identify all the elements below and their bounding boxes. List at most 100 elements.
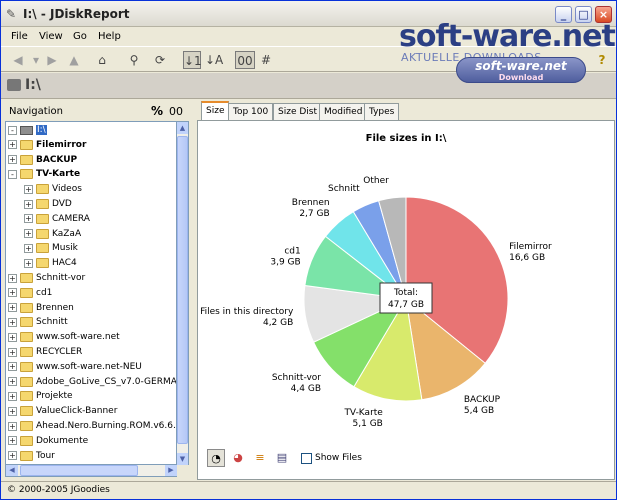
tree-item[interactable]: + Adobe_GoLive_CS_v7.0-GERMA xyxy=(8,375,176,389)
expand-icon[interactable]: + xyxy=(8,140,17,150)
navigation-tree[interactable]: - I:\ + Filemirror + BACKUP - TV-Karte + Videos + D… xyxy=(5,121,177,465)
expand-icon[interactable]: + xyxy=(24,243,33,253)
expand-icon[interactable]: + xyxy=(24,229,33,239)
expand-icon[interactable]: + xyxy=(8,317,17,327)
refresh-icon[interactable]: ⟳ xyxy=(151,51,169,69)
tree-item[interactable]: + RECYCLER xyxy=(8,345,82,359)
tree-item-label: HAC4 xyxy=(52,258,77,269)
tree-item[interactable]: + CAMERA xyxy=(24,212,90,226)
menu-go[interactable]: Go xyxy=(73,31,87,42)
scroll-up-icon[interactable]: ▲ xyxy=(177,122,188,134)
expand-icon[interactable]: + xyxy=(8,391,17,401)
expand-icon[interactable]: + xyxy=(8,273,17,283)
tree-item[interactable]: + Tour xyxy=(8,449,55,463)
expand-icon[interactable]: + xyxy=(8,451,17,461)
scroll-down-icon[interactable]: ▼ xyxy=(177,453,188,465)
tree-item[interactable]: + DVD xyxy=(24,197,72,211)
tab-modified[interactable]: Modified xyxy=(319,103,368,121)
expand-icon[interactable]: + xyxy=(8,347,17,357)
menu-help[interactable]: Help xyxy=(98,31,121,42)
expand-icon[interactable]: + xyxy=(8,332,17,342)
tree-item[interactable]: + Schnitt-vor xyxy=(8,271,85,285)
tree-item[interactable]: + Brennen xyxy=(8,301,74,315)
slice-label: Other xyxy=(363,176,389,186)
tree-vertical-scrollbar[interactable]: ▲ ▼ xyxy=(177,121,189,465)
slice-label: Schnitt xyxy=(328,184,360,194)
tree-horizontal-scrollbar[interactable]: ◀ ▶ xyxy=(5,465,177,477)
tree-item[interactable]: + BACKUP xyxy=(8,153,77,167)
tree-item[interactable]: + KaZaA xyxy=(24,227,81,241)
back-arrow-icon[interactable]: ◀ xyxy=(9,51,27,69)
total-value: 47,7 GB xyxy=(388,300,424,310)
tab-size-dist[interactable]: Size Dist xyxy=(273,103,322,121)
expand-icon[interactable]: + xyxy=(24,258,33,268)
menu-file[interactable]: File xyxy=(11,31,28,42)
folder-icon xyxy=(20,421,33,431)
tree-item[interactable]: + www.soft-ware.net-NEU xyxy=(8,360,142,374)
horizontal-scroll-thumb[interactable] xyxy=(20,465,138,476)
folder-icon xyxy=(36,184,49,195)
home-icon[interactable]: ⌂ xyxy=(93,51,111,69)
menu-view[interactable]: View xyxy=(39,31,63,42)
tree-item[interactable]: + Schnitt xyxy=(8,315,68,329)
status-text: © 2000-2005 JGoodies xyxy=(7,485,110,495)
expand-icon[interactable]: + xyxy=(8,303,17,313)
folder-icon xyxy=(36,228,49,239)
tree-item-label: Schnitt xyxy=(36,317,68,328)
tree-item[interactable]: + HAC4 xyxy=(24,256,77,270)
tree-item-label: cd1 xyxy=(36,287,53,298)
expand-icon[interactable]: + xyxy=(24,199,33,209)
expand-icon[interactable]: + xyxy=(24,214,33,224)
up-arrow-icon[interactable]: ▲ xyxy=(65,51,83,69)
count-mode-button[interactable]: 00 xyxy=(235,51,255,69)
tab-size[interactable]: Size xyxy=(201,101,230,121)
drive-icon xyxy=(20,125,33,135)
expand-icon[interactable]: + xyxy=(8,288,17,298)
expand-icon[interactable]: + xyxy=(24,184,33,194)
expand-icon[interactable]: + xyxy=(8,377,17,387)
tree-item[interactable]: + cd1 xyxy=(8,286,52,300)
count-toggle[interactable]: 00 xyxy=(169,105,183,118)
tree-item-label: Ahead.Nero.Burning.ROM.v6.6. xyxy=(36,421,176,431)
slice-label: Filemirror xyxy=(509,242,552,252)
tree-item[interactable]: + Ahead.Nero.Burning.ROM.v6.6. xyxy=(8,419,176,433)
tree-item[interactable]: - TV-Karte xyxy=(8,167,80,181)
folder-icon xyxy=(20,450,33,461)
tree-item-label: I:\ xyxy=(36,125,47,135)
percent-toggle[interactable]: % xyxy=(151,104,163,118)
show-files-checkbox[interactable] xyxy=(301,453,312,464)
tab-top-100[interactable]: Top 100 xyxy=(228,103,274,121)
scroll-left-icon[interactable]: ◀ xyxy=(6,465,18,476)
bar-view-icon[interactable]: ≡ xyxy=(251,449,269,467)
forward-arrow-icon[interactable]: ▶ xyxy=(43,51,61,69)
scroll-right-icon[interactable]: ▶ xyxy=(165,465,177,476)
expand-icon[interactable]: + xyxy=(8,421,17,431)
tab-types[interactable]: Types xyxy=(364,103,400,121)
tree-item[interactable]: + Filemirror xyxy=(8,138,86,152)
expand-icon[interactable]: + xyxy=(8,362,17,372)
app-icon: ✎ xyxy=(6,7,17,21)
tree-item[interactable]: + www.soft-ware.net xyxy=(8,330,120,344)
folder-icon xyxy=(36,199,49,209)
tree-item[interactable]: + Projekte xyxy=(8,389,73,403)
vertical-scroll-thumb[interactable] xyxy=(177,136,188,444)
tree-item[interactable]: + Dokumente xyxy=(8,434,88,448)
sort-by-name-button[interactable]: ↓A xyxy=(205,51,223,69)
window-title: I:\ - JDiskReport xyxy=(23,7,130,21)
hash-mode-button[interactable]: # xyxy=(257,51,275,69)
expand-icon[interactable]: + xyxy=(8,436,17,446)
sort-by-size-button[interactable]: ↓1 xyxy=(183,51,202,69)
expand-icon[interactable]: + xyxy=(8,155,17,165)
pie-view-icon[interactable]: ◔ xyxy=(207,449,225,467)
table-view-icon[interactable]: ▤ xyxy=(273,449,291,467)
pie-chart[interactable]: File sizes in I:\ Filemirror16,6 GB BACKUP… xyxy=(198,121,614,479)
tree-item[interactable]: + Musik xyxy=(24,241,78,255)
collapse-icon[interactable]: - xyxy=(8,125,17,135)
scan-icon[interactable]: ⚲ xyxy=(125,51,143,69)
expand-icon[interactable]: + xyxy=(8,406,17,416)
tree-item[interactable]: + Videos xyxy=(24,182,82,196)
tree-item[interactable]: - I:\ xyxy=(8,123,47,137)
tree-item[interactable]: + ValueClick-Banner xyxy=(8,404,117,418)
collapse-icon[interactable]: - xyxy=(8,169,17,179)
ring-view-icon[interactable]: ◕ xyxy=(229,449,247,467)
